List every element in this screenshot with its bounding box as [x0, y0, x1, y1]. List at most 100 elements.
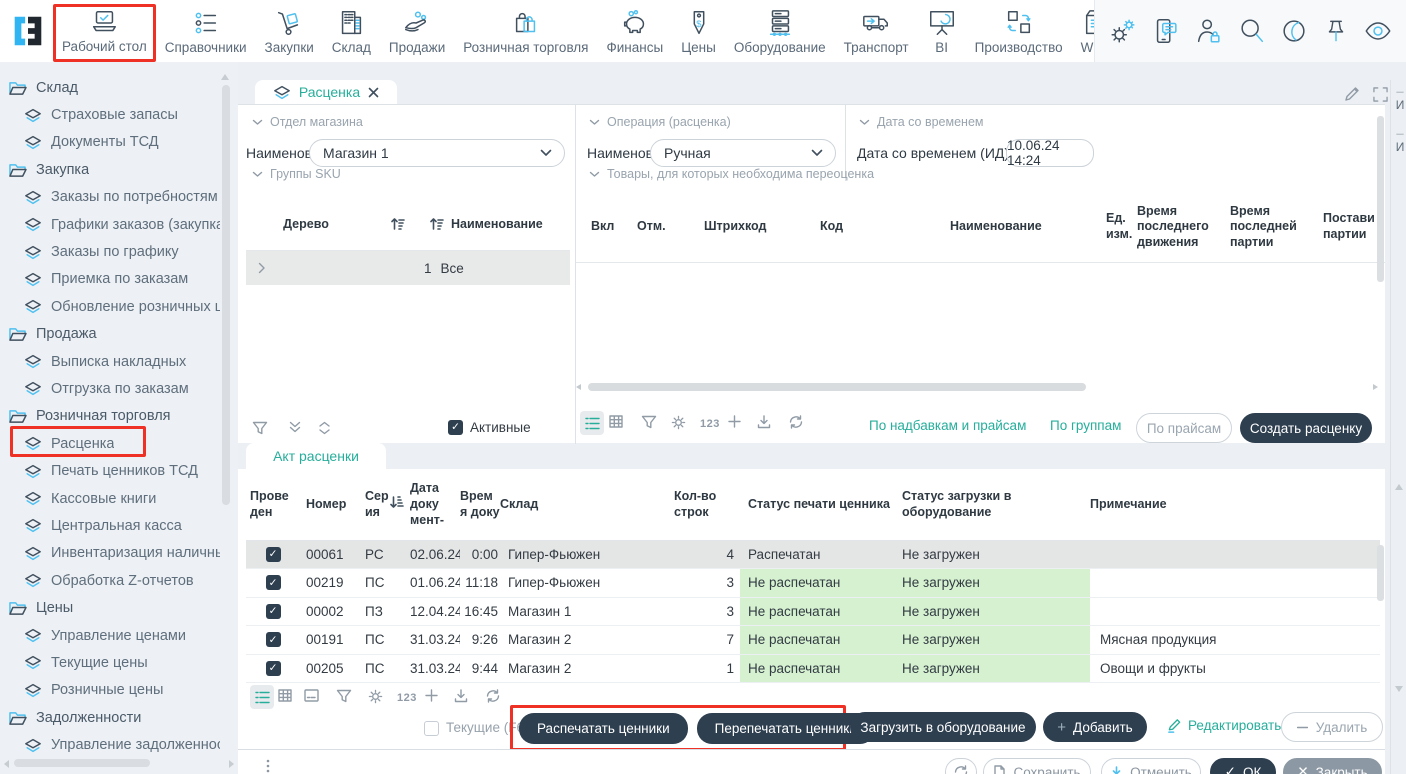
- topbar-item[interactable]: Склад: [323, 0, 380, 62]
- sidebar-item-отгрузка-по-заказам[interactable]: Отгрузка по заказам: [0, 375, 220, 402]
- sidebar-hscrollbar[interactable]: [0, 758, 238, 768]
- list-view-icon[interactable]: [250, 685, 274, 709]
- ok-button[interactable]: ✓ ОК: [1210, 758, 1276, 774]
- user-lock-icon[interactable]: [1194, 16, 1224, 46]
- sidebar-group[interactable]: Закупка: [0, 156, 220, 183]
- goods-column-header[interactable]: Код: [820, 191, 920, 263]
- add-icon[interactable]: [425, 689, 438, 702]
- sidebar-item-печать-ценников-тсд[interactable]: Печать ценников ТСД: [0, 457, 220, 484]
- topbar-item[interactable]: Рабочий стол: [53, 4, 156, 62]
- expand-icon[interactable]: [1373, 86, 1388, 102]
- collapsed-panel-tab[interactable]: －И: [1395, 88, 1405, 112]
- goods-column-header[interactable]: Время последней партии: [1230, 191, 1318, 263]
- topbar-item[interactable]: $Цены: [672, 0, 725, 62]
- sidebar-item-выписка-накладных[interactable]: Выписка накладных: [0, 348, 220, 375]
- goods-column-header[interactable]: Наименование: [950, 191, 1080, 263]
- refresh-icon[interactable]: [485, 689, 501, 703]
- sidebar-item-инвентаризация-наличных[interactable]: Инвентаризация наличных: [0, 540, 220, 567]
- tab-acts[interactable]: Акт расценки: [246, 443, 386, 469]
- download-icon[interactable]: [454, 689, 468, 703]
- sidebar-item-центральная-касса[interactable]: Центральная касса: [0, 512, 220, 539]
- filter-icon[interactable]: [252, 421, 268, 436]
- sidebar-item-обработка-z-отчетов[interactable]: Обработка Z-отчетов: [0, 567, 220, 594]
- datetime-field[interactable]: 10.06.24 14:24: [1006, 139, 1094, 167]
- eye-icon[interactable]: [1363, 16, 1393, 46]
- sidebar-item-заказы-по-графику[interactable]: Заказы по графику: [0, 238, 220, 265]
- goods-column-header[interactable]: Отм.: [637, 191, 681, 263]
- delete-button[interactable]: Удалить: [1281, 712, 1383, 742]
- acts-row[interactable]: ✓00191ПС31.03.249:26Магазин 27Не распеча…: [246, 626, 1380, 655]
- acts-row[interactable]: ✓00002ПЗ12.04.2416:45Магазин 13Не распеч…: [246, 597, 1380, 626]
- sidebar-item-управление-задолженностям[interactable]: Управление задолженностям: [0, 731, 220, 758]
- sort-asc-icon[interactable]: [391, 217, 405, 230]
- scroll-right-icon[interactable]: [229, 760, 234, 768]
- column-tree[interactable]: Дерево: [246, 217, 366, 231]
- sidebar-item-заказы-по-потребностям[interactable]: Заказы по потребностям: [0, 184, 220, 211]
- sidebar-item-документы-тсд[interactable]: Документы ТСД: [0, 129, 220, 156]
- by-price-button[interactable]: По прайсам: [1136, 413, 1232, 443]
- topbar-item[interactable]: BI: [918, 0, 966, 62]
- scroll-left-icon[interactable]: [4, 760, 9, 768]
- row-checkbox[interactable]: ✓: [266, 632, 281, 647]
- sidebar-item-графики-заказов-закупка-[interactable]: Графики заказов (закупка): [0, 211, 220, 238]
- topbar-item[interactable]: Оборудование: [725, 0, 835, 62]
- sidebar-group[interactable]: Задолженности: [0, 704, 220, 731]
- acts-row[interactable]: ✓00219ПС01.06.2411:18Гипер-Фьюжен3Не рас…: [246, 569, 1380, 598]
- sort-asc-icon[interactable]: [430, 217, 444, 230]
- topbar-item[interactable]: Розничная торговля: [454, 0, 597, 62]
- cancel-button[interactable]: Отменить: [1101, 758, 1201, 774]
- sidebar-item-текущие-цены[interactable]: Текущие цены: [0, 649, 220, 676]
- panel-operation[interactable]: Операция (расценка): [589, 115, 731, 129]
- row-checkbox[interactable]: ✓: [266, 575, 281, 590]
- clock-icon[interactable]: [1279, 16, 1309, 46]
- search-icon[interactable]: [1237, 16, 1267, 46]
- goods-column-header[interactable]: Вкл: [591, 191, 625, 263]
- chevron-right-icon[interactable]: [258, 262, 266, 274]
- panel-goods[interactable]: Товары, для которых необходима переоценк…: [589, 167, 874, 181]
- sidebar-item-розничные-цены[interactable]: Розничные цены: [0, 677, 220, 704]
- collapse-icon[interactable]: [318, 421, 331, 435]
- save-button[interactable]: Сохранить: [983, 758, 1091, 774]
- sidebar-group[interactable]: Цены: [0, 594, 220, 621]
- add-icon[interactable]: [728, 415, 741, 428]
- topbar-item[interactable]: Производство: [966, 0, 1072, 62]
- sidebar-scroll-up-icon[interactable]: [221, 74, 229, 80]
- goods-column-header[interactable]: Штрихкод: [704, 191, 799, 263]
- print-tags-button[interactable]: Распечатать ценники: [519, 713, 688, 744]
- gear-icon[interactable]: [671, 415, 686, 430]
- panel-datetime[interactable]: Дата со временем: [859, 115, 984, 129]
- add-button[interactable]: + Добавить: [1043, 712, 1147, 742]
- collapsed-panel-tab[interactable]: －И: [1395, 130, 1405, 154]
- row-checkbox[interactable]: ✓: [266, 604, 281, 619]
- grid-view-icon[interactable]: [609, 415, 623, 428]
- sidebar-item-управление-ценами[interactable]: Управление ценами: [0, 622, 220, 649]
- reprint-tags-button[interactable]: Перепечатать ценники: [697, 713, 875, 744]
- topbar-item[interactable]: Закупки: [256, 0, 323, 62]
- acts-row[interactable]: ✓00205ПС31.03.249:44Магазин 21Не распеча…: [246, 654, 1380, 683]
- sku-row-all[interactable]: 1 Все: [246, 251, 570, 285]
- topbar-item[interactable]: Справочники: [156, 0, 256, 62]
- filter-icon[interactable]: [641, 415, 657, 430]
- acts-row[interactable]: ✓00061РС02.06.240:00Гипер-Фьюжен4Распеча…: [246, 540, 1380, 569]
- expand-all-icon[interactable]: [288, 421, 302, 433]
- refresh-icon[interactable]: [788, 415, 804, 429]
- goods-hscrollbar[interactable]: [582, 383, 1372, 392]
- info-icon[interactable]: [266, 759, 270, 773]
- column-name[interactable]: Наименование: [451, 217, 543, 231]
- sidebar-group[interactable]: Продажа: [0, 321, 220, 348]
- scroll-left-icon[interactable]: [576, 384, 581, 390]
- current-checkbox[interactable]: [424, 721, 439, 736]
- gear-icon[interactable]: [368, 689, 383, 704]
- create-rascenka-button[interactable]: Создать расценку: [1240, 413, 1372, 443]
- goods-vscrollbar[interactable]: [1377, 116, 1384, 282]
- row-checkbox[interactable]: ✓: [266, 547, 281, 562]
- filter-icon[interactable]: [336, 689, 352, 704]
- goods-hscroll-thumb[interactable]: [588, 383, 1086, 391]
- card-view-icon[interactable]: [304, 689, 319, 702]
- row-checkbox[interactable]: ✓: [266, 661, 281, 676]
- goods-column-header[interactable]: Время последнего движения: [1137, 191, 1227, 263]
- goods-column-header[interactable]: Ед. изм.: [1106, 191, 1136, 263]
- acts-vscrollbar[interactable]: [1377, 545, 1384, 601]
- sidebar-item-кассовые-книги[interactable]: Кассовые книги: [0, 485, 220, 512]
- download-icon[interactable]: [757, 415, 771, 429]
